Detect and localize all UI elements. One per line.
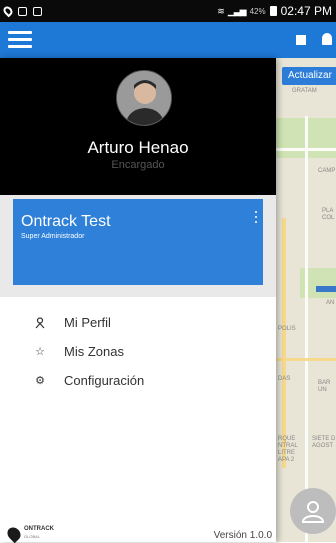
avatar[interactable] [116, 70, 172, 126]
organization-card[interactable]: Ontrack Test Super Administrador [13, 199, 263, 285]
app-version: Versión 1.0.0 [213, 530, 272, 541]
map-road [305, 116, 308, 542]
menu-item-mis-zonas[interactable]: ☆ Mis Zonas [0, 337, 276, 366]
clock: 02:47 PM [280, 4, 332, 18]
organization-name: Ontrack Test [21, 213, 111, 230]
menu-item-configuracion[interactable]: ⚙ Configuración [0, 366, 276, 395]
profile-photo [117, 71, 171, 125]
more-vert-icon[interactable] [253, 211, 259, 223]
signal-icon: ▁▃▅ [227, 5, 247, 16]
status-right: ≋ ▁▃▅ 42% 02:47 PM [217, 4, 332, 18]
notification-icon [33, 6, 42, 16]
map-label: DAS [278, 376, 291, 382]
battery-percent: 42% [249, 6, 266, 16]
bell-icon[interactable] [322, 33, 332, 45]
menu-icon[interactable] [8, 31, 32, 49]
gear-icon: ⚙ [35, 375, 45, 387]
battery-icon [269, 6, 277, 16]
profile-header: Arturo Henao Encargado [0, 58, 276, 195]
map-road [282, 218, 286, 468]
status-left-icons [1, 4, 42, 18]
map-label: AN [326, 300, 335, 306]
map-label: BAR UN [318, 380, 331, 393]
app-header [0, 22, 336, 58]
wifi-icon: ≋ [217, 5, 224, 16]
menu-item-label: Mis Zonas [64, 344, 124, 359]
user-location-button[interactable] [290, 488, 336, 534]
map-label: GRATAM [292, 88, 317, 94]
star-icon: ☆ [35, 346, 45, 358]
map-label: POLIS [278, 326, 296, 332]
user-avatar-icon [301, 501, 325, 523]
map-route [316, 286, 336, 292]
location-icon [1, 4, 15, 18]
map-label: CAMP [318, 168, 336, 174]
header-actions [296, 30, 336, 45]
menu-item-mi-perfil[interactable]: Mi Perfil [0, 308, 276, 337]
ontrack-logo-icon [4, 524, 24, 543]
organization-role: Super Administrador [21, 233, 85, 240]
map-road [276, 358, 336, 361]
menu-item-label: Configuración [64, 373, 145, 388]
map-label: SIETE D AGOST [312, 436, 336, 449]
logo-sub: GLOBAL [24, 534, 41, 539]
status-bar: ≋ ▁▃▅ 42% 02:47 PM [0, 0, 336, 22]
gallery-icon [18, 6, 27, 16]
map-label: RQUE NTRAL LITRE APA 2 [278, 436, 298, 463]
user-role: Encargado [111, 159, 165, 171]
menu-item-label: Mi Perfil [64, 315, 111, 330]
ontrack-logo: ONTRACK GLOBAL [4, 524, 54, 543]
user-name: Arturo Henao [87, 138, 189, 157]
drawer-menu: Mi Perfil ☆ Mis Zonas ⚙ Configuración [0, 308, 276, 395]
navigation-drawer: Arturo Henao Encargado Ontrack Test Supe… [0, 58, 276, 543]
message-icon[interactable] [296, 35, 306, 45]
logo-text: ONTRACK GLOBAL [24, 526, 54, 541]
map-label: PLA COL [322, 208, 335, 221]
update-button[interactable]: Actualizar [282, 67, 336, 85]
logo-name: ONTRACK [24, 526, 54, 532]
person-icon [30, 316, 50, 329]
organization-section: Ontrack Test Super Administrador [0, 195, 276, 297]
